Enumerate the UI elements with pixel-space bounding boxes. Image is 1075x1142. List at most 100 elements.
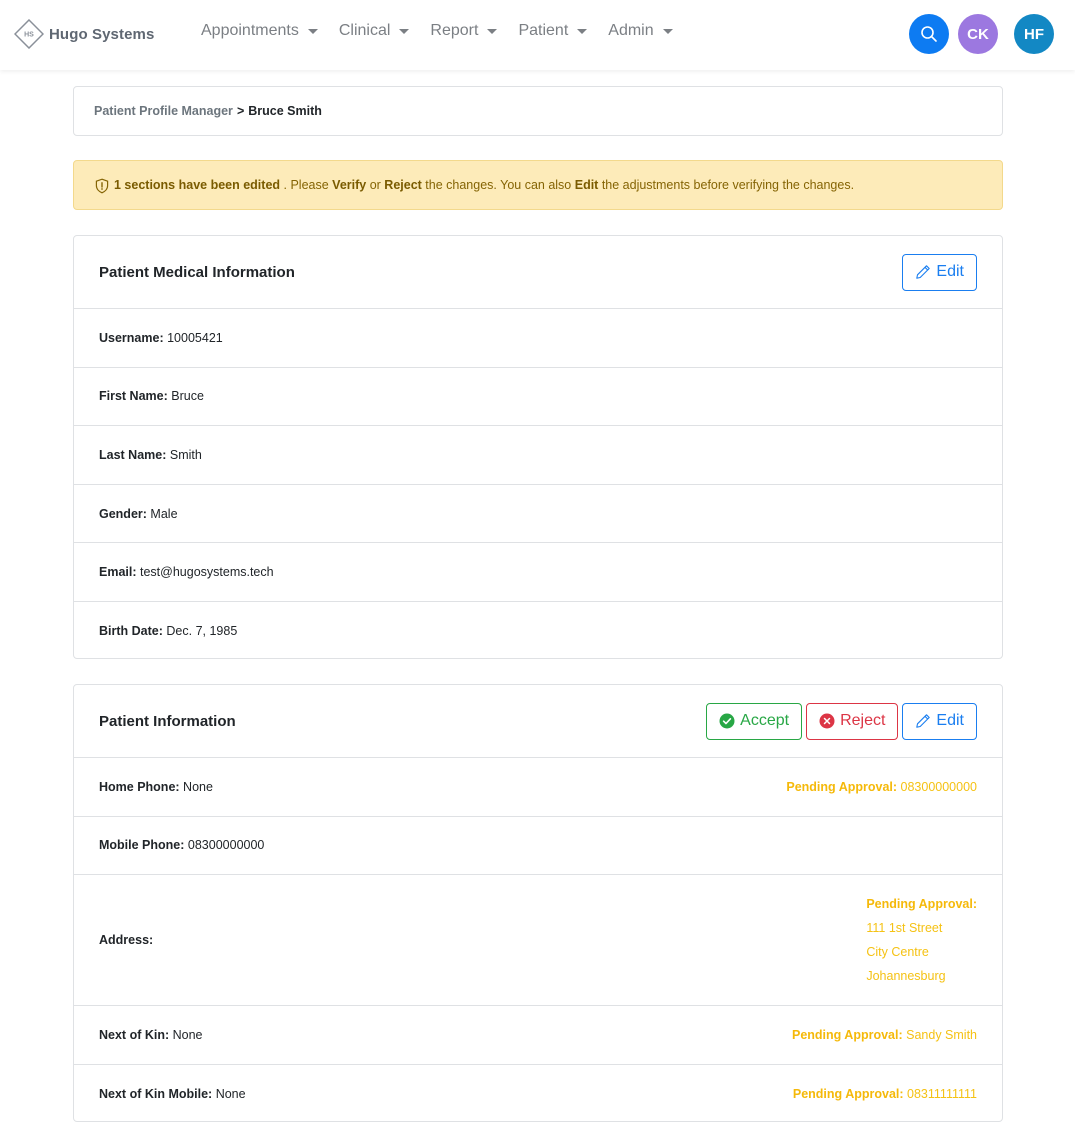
alert-count-text: 1 sections have been edited bbox=[114, 178, 281, 192]
pending-address-line: City Centre bbox=[866, 945, 929, 959]
brand-name: Hugo Systems bbox=[49, 25, 155, 43]
field-row-birth-date: Birth Date: Dec. 7, 1985 bbox=[74, 602, 1002, 661]
patient-medical-information-card: Patient Medical Information Edit Usernam… bbox=[73, 235, 1003, 659]
pending-label: Pending Approval: bbox=[792, 1086, 904, 1101]
patient-information-card: Patient Information Accept Reject Edit H… bbox=[73, 684, 1003, 1122]
field-value: Male bbox=[150, 506, 178, 521]
edit-button-label: Edit bbox=[936, 712, 964, 729]
pending-approval: Pending Approval: 08311111111 bbox=[793, 1087, 977, 1101]
accept-button[interactable]: Accept bbox=[706, 702, 803, 740]
caret-down-icon bbox=[399, 29, 410, 34]
field-label: Email: bbox=[99, 565, 137, 580]
menu-clinical-label: Clinical bbox=[338, 22, 391, 39]
caret-down-icon bbox=[307, 29, 318, 34]
field-label: Username: bbox=[99, 330, 164, 345]
field-value: test@hugosystems.tech bbox=[140, 565, 274, 580]
alert-text-1: . Please bbox=[280, 178, 333, 192]
x-circle-icon bbox=[819, 713, 835, 729]
alert-text-3: the changes. You can also bbox=[421, 178, 575, 192]
accept-button-label: Accept bbox=[740, 712, 790, 729]
menu-report[interactable]: Report bbox=[422, 22, 505, 40]
pending-approval: Pending Approval: 08300000000 bbox=[786, 780, 977, 794]
breadcrumb: Patient Profile Manager > Bruce Smith bbox=[73, 86, 1003, 136]
field-value: Smith bbox=[169, 447, 202, 462]
breadcrumb-current: Bruce Smith bbox=[248, 104, 322, 118]
svg-text:HS: HS bbox=[24, 32, 34, 39]
field-label: Address: bbox=[99, 933, 154, 947]
field-row-next-of-kin-mobile: Next of Kin Mobile: None Pending Approva… bbox=[74, 1065, 1002, 1124]
card-header: Patient Information Accept Reject Edit bbox=[74, 685, 1002, 758]
brand-logo-link[interactable]: HS Hugo Systems bbox=[14, 19, 154, 49]
menu-patient[interactable]: Patient bbox=[510, 22, 595, 40]
field-row-address: Address: Pending Approval: 111 1st Stree… bbox=[74, 875, 1002, 1006]
pending-value: 08311111111 bbox=[907, 1086, 977, 1101]
pending-value: Sandy Smith bbox=[906, 1027, 977, 1042]
card-actions: Accept Reject Edit bbox=[702, 702, 977, 740]
avatar-hf[interactable]: HF bbox=[1014, 14, 1054, 54]
card-header: Patient Medical Information Edit bbox=[74, 236, 1002, 309]
avatar-ck[interactable]: CK bbox=[958, 14, 998, 54]
pending-label: Pending Approval: bbox=[791, 1027, 903, 1042]
pending-label: Pending Approval: bbox=[866, 897, 977, 911]
field-value: Dec. 7, 1985 bbox=[166, 624, 238, 639]
edit-button[interactable]: Edit bbox=[902, 702, 977, 740]
pending-approval: Pending Approval: Sandy Smith bbox=[792, 1028, 977, 1042]
menu-clinical[interactable]: Clinical bbox=[331, 22, 418, 40]
menu-report-label: Report bbox=[430, 22, 479, 39]
menu-appointments[interactable]: Appointments bbox=[193, 22, 326, 40]
navbar-right: CK HF bbox=[909, 14, 1054, 54]
edit-button[interactable]: Edit bbox=[902, 253, 977, 291]
top-navbar: HS Hugo Systems Appointments Clinical Re… bbox=[0, 0, 1075, 70]
field-label: Mobile Phone: bbox=[99, 838, 185, 853]
menu-admin[interactable]: Admin bbox=[600, 22, 680, 40]
pending-label: Pending Approval: bbox=[786, 779, 898, 794]
alert-verify-word: Verify bbox=[332, 178, 367, 192]
field-row-email: Email: test@hugosystems.tech bbox=[74, 543, 1002, 602]
pending-address-line: 111 1st Street bbox=[866, 921, 943, 935]
card-title: Patient Medical Information bbox=[99, 263, 295, 281]
alert-reject-word: Reject bbox=[384, 178, 422, 192]
field-row-username: Username: 10005421 bbox=[74, 309, 1002, 368]
pencil-icon bbox=[916, 714, 931, 728]
menu-admin-label: Admin bbox=[608, 22, 654, 39]
field-label: First Name: bbox=[99, 389, 168, 404]
breadcrumb-separator: > bbox=[236, 104, 245, 118]
pending-value: 08300000000 bbox=[900, 779, 977, 794]
field-value: None bbox=[172, 1027, 203, 1042]
field-value: Bruce bbox=[171, 389, 204, 404]
field-label: Next of Kin Mobile: bbox=[99, 1086, 213, 1101]
card-title: Patient Information bbox=[99, 712, 236, 730]
field-row-mobile-phone: Mobile Phone: 08300000000 bbox=[74, 817, 1002, 875]
pending-approval: Pending Approval: 111 1st Street City Ce… bbox=[866, 892, 977, 988]
field-value: 08300000000 bbox=[187, 838, 265, 853]
field-row-gender: Gender: Male bbox=[74, 485, 1002, 544]
check-circle-icon bbox=[719, 713, 735, 729]
caret-down-icon bbox=[577, 29, 588, 34]
field-label: Birth Date: bbox=[99, 624, 163, 639]
reject-button[interactable]: Reject bbox=[806, 702, 899, 740]
menu-patient-label: Patient bbox=[518, 22, 569, 39]
caret-down-icon bbox=[662, 29, 673, 34]
field-label: Home Phone: bbox=[99, 779, 180, 794]
caret-down-icon bbox=[487, 29, 498, 34]
alert-text-4: the adjustments before verifying the cha… bbox=[598, 178, 855, 192]
card-actions: Edit bbox=[898, 253, 977, 291]
field-row-home-phone: Home Phone: None Pending Approval: 08300… bbox=[74, 758, 1002, 817]
field-label: Next of Kin: bbox=[99, 1027, 170, 1042]
reject-button-label: Reject bbox=[840, 712, 886, 729]
alert-text-2: or bbox=[366, 178, 385, 192]
search-icon bbox=[921, 26, 937, 42]
field-value: None bbox=[215, 1086, 246, 1101]
breadcrumb-parent-link[interactable]: Patient Profile Manager bbox=[94, 104, 233, 118]
field-label: Gender: bbox=[99, 506, 147, 521]
edit-warning-alert: 1 sections have been edited . Please Ver… bbox=[73, 160, 1003, 210]
field-label: Last Name: bbox=[99, 447, 167, 462]
hs-diamond-logo-icon: HS bbox=[14, 19, 44, 49]
pending-address-line: Johannesburg bbox=[866, 969, 946, 983]
field-value: 10005421 bbox=[167, 330, 223, 345]
pencil-icon bbox=[916, 265, 931, 279]
main-menu: Appointments Clinical Report Patient Adm… bbox=[193, 22, 686, 40]
search-button[interactable] bbox=[909, 14, 949, 54]
alert-edit-word: Edit bbox=[574, 178, 599, 192]
shield-exclamation-icon bbox=[95, 178, 109, 194]
